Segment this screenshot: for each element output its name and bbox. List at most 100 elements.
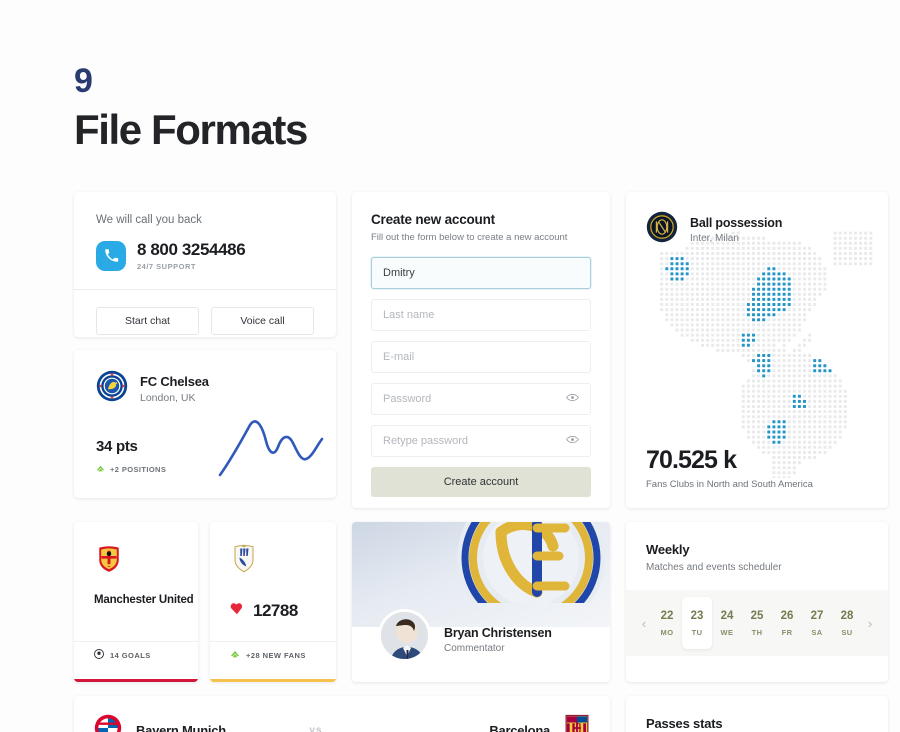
possession-meta: Ball possession Inter, Milan: [690, 216, 782, 244]
vs-label: vs: [309, 724, 323, 732]
divider: [210, 641, 336, 642]
day-number: 26: [780, 609, 794, 622]
first-name-field[interactable]: Dmitry: [371, 257, 591, 289]
day-weekday: MO: [660, 627, 674, 637]
callback-buttons: Start chat Voice call: [74, 290, 336, 335]
week-strip: ‹ 22 MO 23 TU 24 WE 25 TH 26 FR 27 SA 28 SU ›: [626, 590, 888, 656]
day-weekday: TU: [691, 627, 703, 637]
fans-row: 12788: [210, 579, 336, 621]
manchester-united-card: Manchester United 14 GOALS: [74, 522, 198, 682]
avatar: [378, 609, 431, 662]
goals-stat: 14 GOALS: [94, 646, 151, 664]
form-title: Create new account: [371, 212, 495, 227]
dotted-americas-map: [660, 231, 873, 478]
day-cell-mo[interactable]: 22 MO: [652, 597, 682, 649]
manchester-united-crest-icon: [74, 522, 198, 579]
form-subtitle: Fill out the form below to create a new …: [371, 232, 568, 243]
retype-password-placeholder: Retype password: [383, 435, 468, 447]
day-cell-sa[interactable]: 27 SA: [802, 597, 832, 649]
chevron-up-icon: [230, 646, 240, 664]
ball-possession-card: Ball possession Inter, Milan 70.525 k Fa…: [626, 192, 888, 508]
voice-call-button[interactable]: Voice call: [211, 307, 314, 335]
divider: [74, 641, 198, 642]
possession-header: Ball possession Inter, Milan: [626, 192, 888, 248]
day-weekday: FR: [781, 627, 793, 637]
day-cell-we[interactable]: 24 WE: [712, 597, 742, 649]
signup-card: Create new account Fill out the form bel…: [352, 192, 610, 508]
section-number: 9: [74, 62, 93, 100]
home-team: Bayern Munich: [94, 714, 226, 732]
day-number: 23: [690, 609, 704, 622]
match-row: Bayern Munich vs Barcelona: [74, 696, 610, 732]
commentator-role: Commentator: [444, 643, 505, 654]
password-placeholder: Password: [383, 393, 432, 405]
weekly-title: Weekly: [646, 542, 690, 557]
day-number: 25: [750, 609, 764, 622]
bayern-munich-crest-icon: [94, 714, 122, 732]
points-sparkline: [216, 417, 326, 484]
club-name: FC Chelsea: [140, 373, 209, 389]
email-placeholder: E-mail: [383, 351, 415, 363]
home-team-name: Bayern Munich: [136, 722, 226, 732]
commentator-meta: Bryan Christensen Commentator: [444, 626, 552, 654]
away-team: Barcelona: [489, 714, 590, 732]
goals-text: 14 GOALS: [110, 650, 151, 660]
support-label: 24/7 SUPPORT: [137, 262, 196, 271]
retype-password-field[interactable]: Retype password: [371, 425, 591, 457]
real-madrid-card: 12788 +28 NEW FANS: [210, 522, 336, 682]
positions-row: +2 POSITIONS: [96, 460, 166, 478]
passes-stats-card: Passes stats: [626, 696, 888, 732]
start-chat-button[interactable]: Start chat: [96, 307, 199, 335]
fans-caption: Fans Clubs in North and South America: [646, 479, 813, 490]
new-fans-text: +28 NEW FANS: [246, 650, 306, 660]
day-weekday: WE: [720, 627, 734, 637]
last-name-field[interactable]: Last name: [371, 299, 591, 331]
callback-card: We will call you back 8 800 3254486 24/7…: [74, 192, 336, 337]
form-fields: Dmitry Last name E-mail Password Retype …: [352, 243, 610, 497]
inter-milan-crest-icon: [646, 211, 678, 248]
day-cell-tu[interactable]: 23 TU: [682, 597, 712, 649]
barcelona-crest-icon: [564, 714, 590, 732]
points-value: 34 pts: [96, 438, 138, 455]
email-field[interactable]: E-mail: [371, 341, 591, 373]
page-title: File Formats: [74, 106, 308, 153]
day-cell-fr[interactable]: 26 FR: [772, 597, 802, 649]
chelsea-card: FC Chelsea London, UK 34 pts +2 POSITION…: [74, 350, 336, 498]
chevron-up-icon: [96, 460, 105, 478]
create-account-button[interactable]: Create account: [371, 467, 591, 497]
club-row: FC Chelsea London, UK: [74, 350, 336, 407]
chevron-left-icon[interactable]: ‹: [636, 616, 652, 631]
last-name-placeholder: Last name: [383, 309, 435, 321]
day-number: 28: [840, 609, 854, 622]
passes-stats-title: Passes stats: [646, 716, 723, 731]
callback-label: We will call you back: [96, 214, 202, 226]
real-madrid-crest-icon: [210, 522, 336, 579]
eye-icon[interactable]: [566, 390, 579, 408]
day-weekday: SA: [811, 627, 823, 637]
possession-subtitle: Inter, Milan: [690, 232, 739, 244]
club-city: London, UK: [140, 391, 196, 404]
day-number: 22: [660, 609, 674, 622]
possession-footer: 70.525 k Fans Clubs in North and South A…: [646, 446, 813, 490]
chelsea-stats: 34 pts +2 POSITIONS: [96, 438, 166, 478]
manchester-united-name: Manchester United: [94, 594, 194, 606]
day-cell-th[interactable]: 25 TH: [742, 597, 772, 649]
weekly-card: Weekly Matches and events scheduler ‹ 22…: [626, 522, 888, 682]
day-number: 24: [720, 609, 734, 622]
club-meta: FC Chelsea London, UK: [140, 374, 209, 404]
football-icon: [94, 646, 104, 664]
day-cell-su[interactable]: 28 SU: [832, 597, 862, 649]
positions-text: +2 POSITIONS: [110, 464, 167, 474]
match-card: Bayern Munich vs Barcelona: [74, 696, 610, 732]
page-root: 9 File Formats We will call you back 8 8…: [0, 0, 900, 732]
chevron-right-icon[interactable]: ›: [862, 616, 878, 631]
weekly-subtitle: Matches and events scheduler: [646, 562, 782, 573]
day-list: 22 MO 23 TU 24 WE 25 TH 26 FR 27 SA 28 SU: [652, 597, 862, 649]
password-field[interactable]: Password: [371, 383, 591, 415]
commentator-name: Bryan Christensen: [444, 626, 552, 640]
eye-icon[interactable]: [566, 432, 579, 450]
fans-number: 12788: [253, 601, 298, 620]
phone-icon: [96, 240, 126, 271]
accent-bar: [74, 679, 198, 682]
fans-count: 70.525 k: [646, 446, 737, 474]
